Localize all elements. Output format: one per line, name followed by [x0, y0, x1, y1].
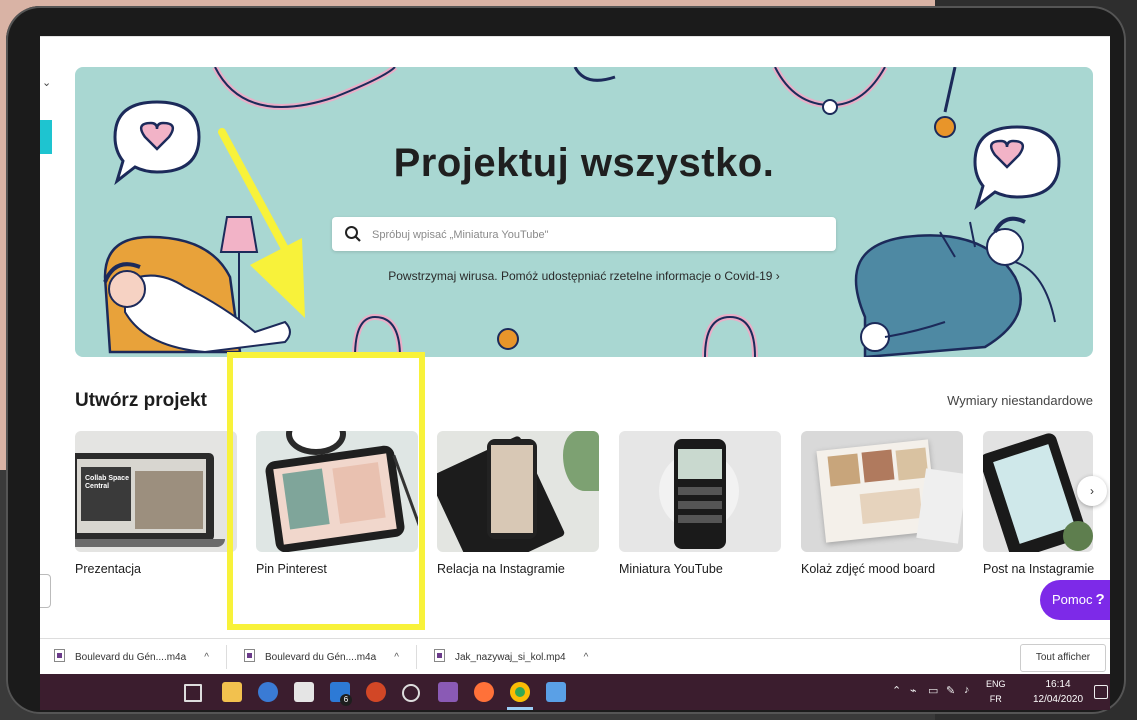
mood-board-thumbnail [801, 431, 963, 552]
custom-size-link[interactable]: Wymiary niestandardowe [947, 393, 1093, 408]
presentation-thumb-text: Collab Space Central [85, 475, 129, 490]
system-clock[interactable]: 16:14 12/04/2020 [1030, 677, 1086, 707]
youtube-thumbnail-preview [619, 431, 781, 552]
clock-time: 16:14 [1045, 679, 1071, 690]
file-explorer-icon[interactable] [222, 682, 242, 702]
battery-icon[interactable]: ▭ [928, 684, 938, 697]
store-icon[interactable] [294, 682, 314, 702]
photos-icon[interactable] [546, 682, 566, 702]
active-app-indicator [507, 707, 533, 710]
hero-banner: Projektuj wszystko. Powstrzymaj wirusa. … [75, 67, 1093, 357]
help-button[interactable]: Pomoc? [1040, 580, 1110, 620]
language-indicator[interactable]: ENG FR [986, 677, 1006, 707]
chevron-right-icon[interactable]: › [1077, 476, 1107, 506]
chevron-up-icon[interactable]: ^ [584, 652, 589, 663]
powerpoint-icon[interactable] [366, 682, 386, 702]
download-filename: Boulevard du Gén....m4a [265, 652, 377, 663]
help-label: Pomoc [1052, 592, 1093, 607]
card-label: Post na Instagramie [983, 562, 1095, 576]
instagram-story-thumbnail [437, 431, 599, 552]
file-icon [54, 649, 65, 662]
chevron-up-icon[interactable]: ^ [394, 652, 399, 663]
tray-chevron-icon[interactable]: ⌃ [892, 684, 901, 697]
highlight-box [227, 352, 425, 630]
design-card-mood-board[interactable]: Kolaż zdjęć mood board [801, 431, 963, 576]
divider [226, 645, 227, 669]
tablet-frame: ⌄ Projektuj wszystko. Spróbuj wpisać „Mi… [6, 6, 1126, 714]
chevron-down-icon[interactable]: ⌄ [42, 76, 51, 89]
pen-icon[interactable]: ✎ [946, 684, 955, 697]
covid-info-link[interactable]: Powstrzymaj wirusa. Pomóż udostępniać rz… [75, 269, 1093, 283]
design-card-youtube-thumbnail[interactable]: Miniatura YouTube [619, 431, 781, 576]
lang-bottom: FR [989, 694, 1002, 704]
download-filename: Boulevard du Gén....m4a [75, 652, 187, 663]
sidebar-accent[interactable] [40, 120, 52, 154]
openai-icon[interactable] [402, 684, 420, 702]
download-item[interactable]: Boulevard du Gén....m4a ^ [54, 649, 209, 663]
hero-title: Projektuj wszystko. [393, 141, 775, 185]
show-all-downloads-button[interactable]: Tout afficher [1020, 644, 1106, 672]
network-icon[interactable]: ⌁ [910, 684, 917, 697]
help-question-icon: ? [1095, 591, 1105, 608]
screen: ⌄ Projektuj wszystko. Spróbuj wpisać „Mi… [40, 36, 1110, 710]
windows-taskbar: 6 ⌃ ⌁ ▭ ✎ ♪ ENG FR 16:14 12/04/2020 [40, 674, 1110, 710]
design-card-presentation[interactable]: Collab Space Central Prezentacja [75, 431, 237, 576]
card-label: Miniatura YouTube [619, 562, 723, 576]
download-filename: Jak_nazywaj_si_kol.mp4 [455, 652, 566, 663]
volume-icon[interactable]: ♪ [964, 684, 970, 696]
notification-icon[interactable] [1094, 685, 1108, 699]
hero-illustration [103, 67, 1061, 357]
presentation-thumbnail: Collab Space Central [75, 431, 237, 552]
browser-icon[interactable] [258, 682, 278, 702]
firefox-icon[interactable] [474, 682, 494, 702]
download-bar: Boulevard du Gén....m4a ^ Boulevard du Gé… [40, 638, 1110, 675]
design-search-box[interactable] [332, 217, 836, 253]
chrome-icon[interactable] [510, 682, 530, 702]
task-view-icon[interactable] [184, 684, 202, 702]
design-card-instagram-post[interactable]: Post na Instagramie [983, 431, 1095, 576]
download-item[interactable]: Jak_nazywaj_si_kol.mp4 ^ [434, 649, 588, 663]
mail-badge: 6 [340, 694, 352, 706]
card-label: Relacja na Instagramie [437, 562, 565, 576]
card-label: Prezentacja [75, 562, 142, 576]
chevron-up-icon[interactable]: ^ [204, 652, 209, 663]
lang-top: ENG [986, 679, 1006, 689]
create-design-heading: Utwórz projekt [75, 390, 207, 411]
card-label: Kolaż zdjęć mood board [801, 562, 936, 576]
file-icon [244, 649, 255, 662]
divider [416, 645, 417, 669]
file-icon [434, 649, 445, 662]
search-icon [345, 226, 361, 242]
video-editor-icon[interactable] [438, 682, 458, 702]
top-divider [40, 36, 1110, 37]
clock-date: 12/04/2020 [1032, 694, 1084, 705]
design-card-instagram-story[interactable]: Relacja na Instagramie [437, 431, 599, 576]
search-input[interactable] [370, 217, 824, 253]
sidebar-collapsed-box[interactable] [40, 574, 51, 608]
download-item[interactable]: Boulevard du Gén....m4a ^ [244, 649, 399, 663]
